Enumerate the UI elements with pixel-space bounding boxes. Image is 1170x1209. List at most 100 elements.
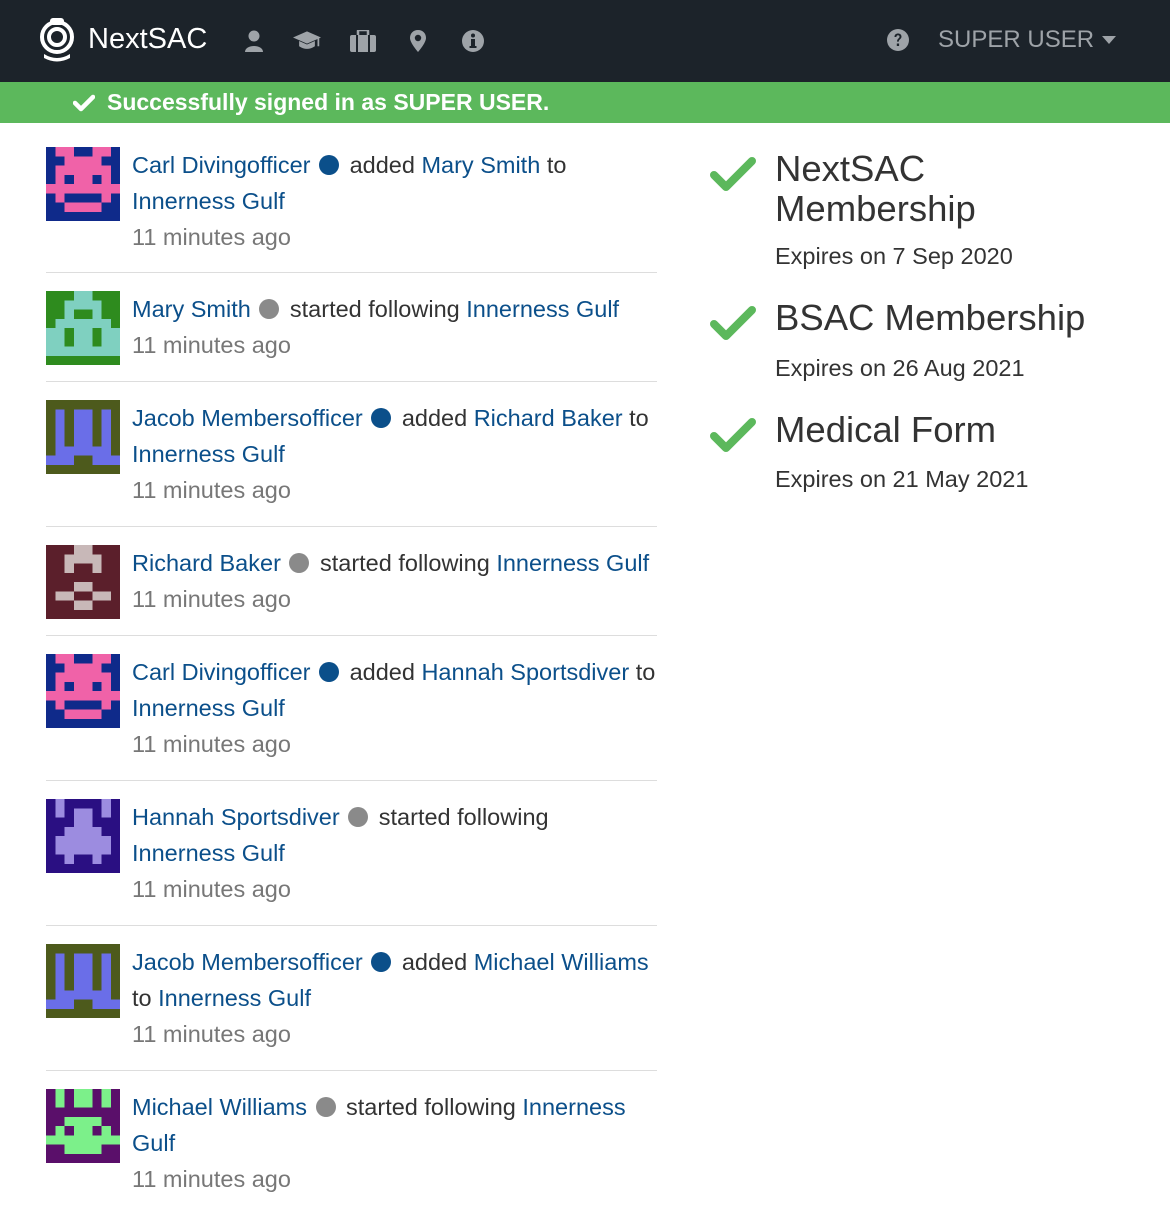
check-icon [710,157,756,191]
target-link[interactable]: Innerness [522,1094,625,1120]
verb-text: added [349,659,415,685]
avatar[interactable] [46,1089,120,1163]
actor-link[interactable]: Hannah Sportsdiver [132,804,340,830]
object-link[interactable]: Mary Smith [421,152,540,178]
target-link[interactable]: Innerness Gulf [496,550,649,576]
timestamp: 11 minutes ago [132,586,291,612]
qualification-title: NextSAC Membership [775,148,976,229]
check-icon [73,94,95,111]
flash-message: Successfully signed in as SUPER USER. [107,89,550,115]
feed-item-body: Hannah Sportsdiver started following Inn… [132,799,657,907]
verb-text: started following [378,804,549,830]
object-link[interactable]: Michael Williams [474,949,649,975]
check-icon [710,306,756,340]
officer-badge-icon [319,155,340,175]
member-badge-icon [259,299,280,319]
qualification-item: BSAC Membership Expires on 26 Aug 2021 [710,298,1150,388]
feed-item: Mary Smith started following Innerness G… [46,273,657,382]
object-link[interactable]: Richard Baker [474,405,623,431]
verb-text: added [349,152,415,178]
qualification-title: BSAC Membership [775,297,1086,338]
target-link[interactable]: Innerness Gulf [132,188,285,214]
verb-text: started following [319,550,490,576]
actor-link[interactable]: Mary Smith [132,296,251,322]
feed-item: Jacob Membersofficer added Richard Baker… [46,382,657,527]
feed-item: Hannah Sportsdiver started following Inn… [46,781,657,926]
actor-link[interactable]: Jacob Membersofficer [132,405,363,431]
actor-link[interactable]: Carl Divingofficer [132,659,311,685]
timestamp: 11 minutes ago [132,1021,291,1047]
prep-text: to [635,659,656,685]
target-link[interactable]: Innerness Gulf [132,441,285,467]
user-menu-dropdown[interactable]: SUPER USER [938,22,1117,58]
timestamp: 11 minutes ago [132,876,291,902]
officer-badge-icon [319,662,340,682]
timestamp: 11 minutes ago [132,332,291,358]
actor-link[interactable]: Michael Williams [132,1094,307,1120]
actor-link[interactable]: Carl Divingofficer [132,152,311,178]
avatar[interactable] [46,545,120,619]
member-badge-icon [348,807,369,827]
target-link[interactable]: Innerness Gulf [466,296,619,322]
timestamp: 11 minutes ago [132,224,291,250]
avatar[interactable] [46,400,120,474]
verb-text: started following [289,296,460,322]
graduation-cap-icon[interactable] [293,27,321,55]
map-marker-icon[interactable] [404,27,432,55]
briefcase-icon[interactable] [349,27,377,55]
feed-item-body: Jacob Membersofficer added Richard Baker… [132,400,657,508]
avatar[interactable] [46,291,120,365]
caret-down-icon [1102,36,1117,44]
prep-text: to [629,405,649,431]
officer-badge-icon [371,952,392,972]
brand-name: NextSAC [88,23,208,55]
feed-item: Jacob Membersofficer added Michael Willi… [46,926,657,1071]
verb-text: added [401,405,468,431]
avatar[interactable] [46,147,120,221]
feed-item-body: Carl Divingofficer added Mary Smith to I… [132,147,657,255]
feed-item: Richard Baker started following Innernes… [46,527,657,636]
timestamp: 11 minutes ago [132,1166,291,1192]
user-icon[interactable] [240,27,268,55]
actor-link[interactable]: Richard Baker [132,550,281,576]
qualification-title: Medical Form [775,409,997,450]
avatar[interactable] [46,944,120,1018]
member-badge-icon [315,1097,336,1117]
feed-item: Michael Williams started following Inner… [46,1071,657,1201]
qualification-item: NextSAC Membership Expires on 7 Sep 2020 [710,149,1150,279]
actor-link[interactable]: Jacob Membersofficer [132,949,363,975]
user-name: SUPER USER [938,26,1095,53]
target-link[interactable]: Innerness Gulf [132,840,285,866]
feed-item: Carl Divingofficer added Hannah Sportsdi… [46,636,657,781]
prep-text: to [132,985,152,1011]
qualification-expiry: Expires on 7 Sep 2020 [775,243,1013,269]
avatar[interactable] [46,654,120,728]
diver-helmet-logo-icon [40,18,74,62]
member-badge-icon [289,553,310,573]
feed-item-body: Jacob Membersofficer added Michael Willi… [132,944,657,1052]
feed-item: Carl Divingofficer added Mary Smith to I… [46,123,657,273]
qualification-expiry: Expires on 26 Aug 2021 [775,355,1025,381]
info-icon[interactable] [459,27,487,55]
navbar: NextSAC SUPER USER [0,0,1170,82]
officer-badge-icon [371,408,392,428]
activity-feed: Carl Divingofficer added Mary Smith to I… [46,123,657,1201]
prep-text: to [546,152,567,178]
feed-item-body: Carl Divingofficer added Hannah Sportsdi… [132,654,657,762]
help-icon[interactable] [886,28,910,52]
verb-text: added [401,949,468,975]
check-icon [710,418,756,452]
qualification-item: Medical Form Expires on 21 May 2021 [710,410,1150,500]
brand-link[interactable]: NextSAC [38,16,207,62]
target-link-continued[interactable]: Gulf [132,1130,175,1156]
feed-item-body: Mary Smith started following Innerness G… [132,291,657,363]
object-link[interactable]: Hannah Sportsdiver [421,659,629,685]
timestamp: 11 minutes ago [132,477,291,503]
target-link[interactable]: Innerness Gulf [132,695,285,721]
target-link[interactable]: Innerness Gulf [158,985,311,1011]
feed-item-body: Michael Williams started following Inner… [132,1089,657,1197]
avatar[interactable] [46,799,120,873]
timestamp: 11 minutes ago [132,731,291,757]
verb-text: started following [346,1094,516,1120]
qualification-expiry: Expires on 21 May 2021 [775,466,1029,492]
